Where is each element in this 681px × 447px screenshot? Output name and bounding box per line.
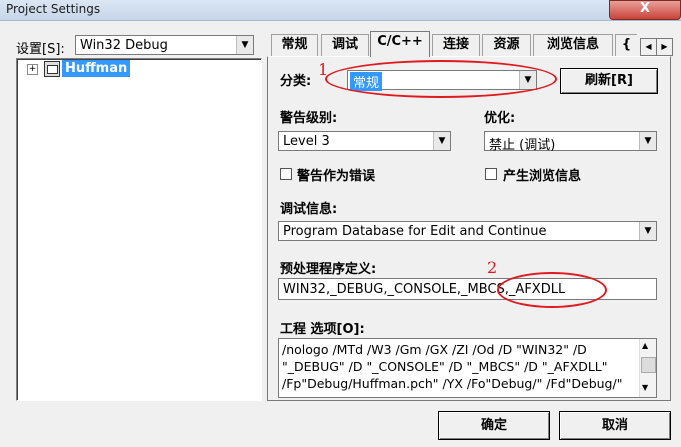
- generate-browse-info-checkbox[interactable]: [485, 168, 497, 180]
- tab-cpp[interactable]: C/C++: [370, 31, 430, 57]
- project-options-scrollbar[interactable]: ▲ ▼: [639, 339, 656, 397]
- refresh-button[interactable]: 刷新[R]: [560, 68, 658, 94]
- project-options-label: 工程 选项[O]:: [280, 322, 365, 337]
- warning-level-label: 警告级别:: [280, 111, 338, 126]
- debug-info-dropdown[interactable]: Program Database for Edit and Continue ▼: [278, 221, 657, 241]
- project-tree[interactable]: + Huffman: [16, 58, 262, 401]
- settings-for-dropdown[interactable]: Win32 Debug ▼: [75, 35, 254, 55]
- tab-general[interactable]: 常规: [271, 34, 318, 56]
- debug-info-label: 调试信息:: [280, 202, 338, 217]
- warning-level-value: Level 3: [283, 134, 330, 149]
- tab-resources[interactable]: 资源: [482, 34, 531, 56]
- tree-expander-icon[interactable]: +: [27, 64, 38, 75]
- debug-info-value: Program Database for Edit and Continue: [283, 224, 547, 239]
- chevron-down-icon[interactable]: ▼: [433, 132, 450, 150]
- chevron-down-icon[interactable]: ▼: [639, 222, 656, 240]
- project-options-line: "_DEBUG" /D "_CONSOLE" /D "_MBCS" /D "_A…: [282, 359, 608, 374]
- project-options-textarea[interactable]: /nologo /MTd /W3 /Gm /GX /ZI /Od /D "WIN…: [278, 338, 657, 398]
- project-folder-icon: [44, 61, 60, 77]
- settings-for-label: 设置[S]:: [16, 42, 65, 57]
- tab-scroll-right-icon[interactable]: ▶: [656, 38, 673, 56]
- optimization-dropdown[interactable]: 禁止 (调试) ▼: [484, 131, 657, 153]
- project-options-line: /nologo /MTd /W3 /Gm /GX /ZI /Od /D "WIN…: [282, 342, 587, 357]
- tab-link[interactable]: 连接: [432, 34, 480, 56]
- settings-for-value: Win32 Debug: [80, 38, 168, 53]
- annotation-two: 2: [487, 258, 498, 277]
- ok-button[interactable]: 确定: [438, 411, 550, 440]
- cancel-button[interactable]: 取消: [559, 411, 671, 440]
- tree-item-huffman[interactable]: Huffman: [62, 60, 131, 77]
- tab-browse-info[interactable]: 浏览信息: [533, 34, 613, 56]
- optimization-label: 优化:: [484, 111, 516, 126]
- warning-level-dropdown[interactable]: Level 3 ▼: [278, 131, 451, 151]
- window-title: Project Settings: [6, 2, 101, 16]
- category-label: 分类:: [280, 74, 312, 89]
- preprocessor-label: 预处理程序定义:: [280, 262, 377, 277]
- chevron-down-icon[interactable]: ▼: [639, 132, 656, 150]
- tab-overflow[interactable]: {: [615, 34, 637, 56]
- optimization-value: 禁止 (调试): [489, 138, 556, 153]
- chevron-down-icon[interactable]: ▼: [236, 36, 253, 54]
- project-options-line: /Fp"Debug/Huffman.pch" /YX /Fo"Debug/" /…: [282, 376, 623, 391]
- tab-debug[interactable]: 调试: [321, 34, 369, 56]
- close-button[interactable]: X: [609, 0, 681, 20]
- annotation-ellipse-one: [325, 60, 557, 98]
- tab-scroll-left-icon[interactable]: ◀: [640, 38, 657, 56]
- warnings-as-errors-checkbox[interactable]: [280, 168, 292, 180]
- annotation-ellipse-two: [497, 272, 607, 308]
- generate-browse-info-label: 产生浏览信息: [503, 169, 582, 184]
- warnings-as-errors-label: 警告作为错误: [297, 169, 376, 184]
- title-bar: Project Settings X: [0, 0, 681, 21]
